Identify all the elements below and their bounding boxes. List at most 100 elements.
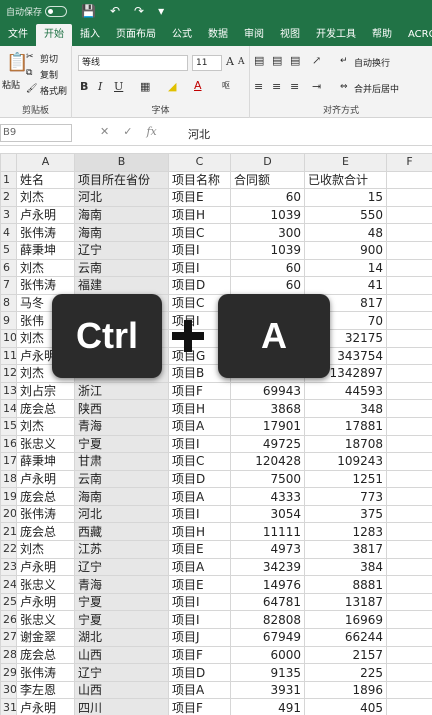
cell-province[interactable]: 山西 — [74, 645, 169, 665]
cell-project[interactable]: 项目I — [168, 592, 231, 612]
cell-contract[interactable]: 4333 — [230, 487, 305, 506]
font-size-select[interactable]: 11 — [192, 55, 222, 71]
cell-received[interactable]: 66244 — [304, 628, 387, 647]
cell-name[interactable]: 姓名 — [16, 170, 75, 190]
cell-project[interactable]: 项目F — [168, 381, 231, 401]
cell-received[interactable]: 3817 — [304, 540, 387, 559]
row-header[interactable]: 23 — [0, 557, 17, 577]
cell-name[interactable]: 卢永明 — [16, 698, 75, 715]
row-header[interactable]: 12 — [0, 364, 17, 383]
cell-empty[interactable] — [386, 223, 432, 242]
cell-received[interactable]: 1896 — [304, 680, 387, 700]
cell-name[interactable]: 卢永明 — [16, 592, 75, 612]
cell-contract[interactable]: 合同额 — [230, 170, 305, 190]
cell-contract[interactable]: 9135 — [230, 663, 305, 682]
select-all-corner[interactable] — [0, 153, 17, 172]
cell-project[interactable]: 项目A — [168, 487, 231, 506]
cell-contract[interactable]: 300 — [230, 223, 305, 242]
cell-project[interactable]: 项目I — [168, 504, 231, 524]
shrink-font-icon[interactable]: A — [238, 57, 245, 67]
cell-province[interactable]: 福建 — [74, 276, 169, 295]
row-header[interactable]: 29 — [0, 663, 17, 682]
cell-project[interactable]: 项目H — [168, 522, 231, 542]
cell-province[interactable]: 辽宁 — [74, 663, 169, 682]
cell-contract[interactable]: 69943 — [230, 381, 305, 401]
autosave-toggle[interactable] — [45, 5, 68, 17]
cell-province[interactable]: 西藏 — [74, 522, 169, 542]
cell-empty[interactable] — [386, 452, 432, 471]
cell-empty[interactable] — [386, 645, 432, 665]
row-header[interactable]: 1 — [0, 170, 17, 190]
cell-project[interactable]: 项目名称 — [168, 170, 231, 190]
cell-name[interactable]: 卢永明 — [16, 557, 75, 577]
cell-contract[interactable]: 3931 — [230, 680, 305, 700]
cell-empty[interactable] — [386, 628, 432, 647]
tab-formulas[interactable]: 公式 — [164, 24, 200, 46]
cell-empty[interactable] — [386, 592, 432, 612]
cell-empty[interactable] — [386, 522, 432, 542]
cell-name[interactable]: 李左恩 — [16, 680, 75, 700]
cell-name[interactable]: 庞会总 — [16, 487, 75, 506]
row-header[interactable]: 10 — [0, 328, 17, 348]
cell-contract[interactable]: 60 — [230, 188, 305, 207]
cell-project[interactable]: 项目H — [168, 205, 231, 225]
cell-contract[interactable]: 1039 — [230, 205, 305, 225]
cell-province[interactable]: 宁夏 — [74, 610, 169, 630]
cell-province[interactable]: 湖北 — [74, 628, 169, 647]
row-header[interactable]: 13 — [0, 381, 17, 401]
cell-contract[interactable]: 1039 — [230, 240, 305, 260]
cell-contract[interactable]: 3868 — [230, 399, 305, 418]
column-header[interactable]: B — [74, 153, 169, 172]
tab-file[interactable]: 文件 — [0, 24, 36, 46]
tab-home[interactable]: 开始 — [36, 24, 72, 46]
cell-province[interactable]: 河北 — [74, 504, 169, 524]
row-header[interactable]: 21 — [0, 522, 17, 542]
cell-name[interactable]: 刘占宗 — [16, 381, 75, 401]
row-header[interactable]: 19 — [0, 487, 17, 506]
row-header[interactable]: 17 — [0, 452, 17, 471]
row-header[interactable]: 11 — [0, 346, 17, 366]
row-header[interactable]: 8 — [0, 293, 17, 313]
underline-icon[interactable]: U — [114, 80, 123, 93]
phonetic-icon[interactable]: 呕 — [222, 80, 230, 91]
cell-received[interactable]: 405 — [304, 698, 387, 715]
cell-project[interactable]: 项目D — [168, 663, 231, 682]
cell-name[interactable]: 张忠义 — [16, 575, 75, 594]
align-top-icon[interactable]: ▤ — [254, 54, 264, 67]
row-header[interactable]: 7 — [0, 276, 17, 295]
cell-name[interactable]: 张伟涛 — [16, 276, 75, 295]
cell-name[interactable]: 刘杰 — [16, 416, 75, 436]
customize-qat-icon[interactable]: ▾ — [158, 4, 164, 18]
column-header[interactable]: D — [230, 153, 305, 172]
cell-province[interactable]: 浙江 — [74, 381, 169, 401]
align-bottom-icon[interactable]: ▤ — [290, 54, 300, 67]
cell-name[interactable]: 张伟涛 — [16, 663, 75, 682]
cell-province[interactable]: 项目所在省份 — [74, 170, 169, 190]
cell-province[interactable]: 海南 — [74, 223, 169, 242]
cell-contract[interactable]: 49725 — [230, 434, 305, 454]
cell-received[interactable]: 15 — [304, 188, 387, 207]
cell-name[interactable]: 卢永明 — [16, 205, 75, 225]
row-header[interactable]: 30 — [0, 680, 17, 700]
cell-empty[interactable] — [386, 540, 432, 559]
cell-name[interactable]: 刘杰 — [16, 258, 75, 278]
cell-empty[interactable] — [386, 469, 432, 489]
cell-province[interactable]: 甘肃 — [74, 452, 169, 471]
cell-name[interactable]: 薛秉坤 — [16, 240, 75, 260]
cell-project[interactable]: 项目E — [168, 188, 231, 207]
cell-name[interactable]: 庞会总 — [16, 399, 75, 418]
merge-center-button[interactable]: 合并后居中 — [354, 82, 399, 95]
orientation-icon[interactable]: ↗ — [312, 54, 321, 67]
cell-province[interactable]: 海南 — [74, 487, 169, 506]
cell-name[interactable]: 张伟涛 — [16, 504, 75, 524]
cell-province[interactable]: 辽宁 — [74, 557, 169, 577]
copy-button[interactable]: 复制 — [40, 68, 58, 81]
cell-empty[interactable] — [386, 610, 432, 630]
cell-project[interactable]: 项目H — [168, 399, 231, 418]
align-center-icon[interactable]: ≡ — [272, 80, 281, 93]
cell-empty[interactable] — [386, 328, 432, 348]
cell-empty[interactable] — [386, 557, 432, 577]
cell-name[interactable]: 庞会总 — [16, 645, 75, 665]
cell-project[interactable]: 项目F — [168, 698, 231, 715]
cell-received[interactable]: 900 — [304, 240, 387, 260]
